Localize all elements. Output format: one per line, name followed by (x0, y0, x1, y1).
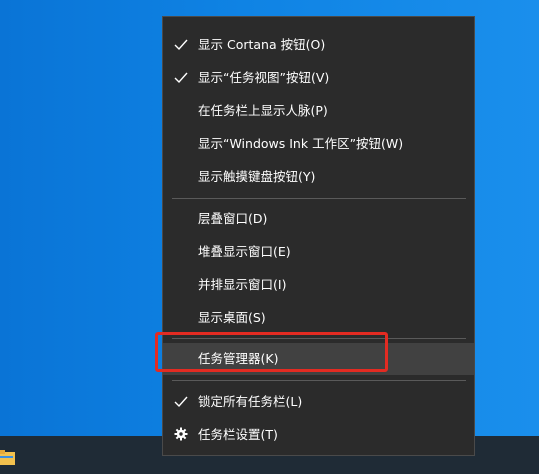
menu-item-label: 层叠窗口(D) (198, 211, 268, 226)
checkmark-icon (174, 72, 188, 84)
menu-item-label: 堆叠显示窗口(E) (198, 244, 291, 259)
menu-item-stack-windows[interactable]: 堆叠显示窗口(E) (163, 236, 474, 268)
menu-item-show-task-view-button[interactable]: 显示“任务视图”按钮(V) (163, 62, 474, 94)
checkmark-icon (174, 39, 188, 51)
menu-item-taskbar-settings[interactable]: 任务栏设置(T) (163, 419, 474, 451)
menu-item-label: 任务栏设置(T) (198, 427, 278, 442)
folder-icon[interactable] (0, 447, 16, 467)
menu-item-show-cortana-button[interactable]: 显示 Cortana 按钮(O) (163, 29, 474, 61)
menu-item-label: 在任务栏上显示人脉(P) (198, 103, 328, 118)
menu-item-side-by-side-windows[interactable]: 并排显示窗口(I) (163, 269, 474, 301)
menu-item-label: 显示 Cortana 按钮(O) (198, 37, 326, 52)
menu-item-label: 锁定所有任务栏(L) (198, 394, 303, 409)
menu-item-label: 显示“任务视图”按钮(V) (198, 70, 330, 85)
menu-separator (172, 198, 466, 199)
menu-item-show-desktop[interactable]: 显示桌面(S) (163, 302, 474, 334)
menu-item-cascade-windows[interactable]: 层叠窗口(D) (163, 203, 474, 235)
menu-item-show-people[interactable]: 在任务栏上显示人脉(P) (163, 95, 474, 127)
menu-separator (172, 380, 466, 381)
checkmark-icon (174, 396, 188, 408)
taskbar-context-menu: 显示 Cortana 按钮(O) 显示“任务视图”按钮(V) 在任务栏上显示人脉… (162, 16, 475, 456)
menu-item-label: 并排显示窗口(I) (198, 277, 287, 292)
menu-item-label: 显示“Windows Ink 工作区”按钮(W) (198, 136, 404, 151)
menu-item-label: 显示桌面(S) (198, 310, 266, 325)
menu-item-show-touch-keyboard-button[interactable]: 显示触摸键盘按钮(Y) (163, 161, 474, 193)
highlight-outline (155, 332, 388, 372)
menu-item-label: 显示触摸键盘按钮(Y) (198, 169, 316, 184)
menu-item-show-windows-ink-button[interactable]: 显示“Windows Ink 工作区”按钮(W) (163, 128, 474, 160)
gear-icon (174, 427, 188, 441)
menu-item-lock-taskbars[interactable]: 锁定所有任务栏(L) (163, 386, 474, 418)
